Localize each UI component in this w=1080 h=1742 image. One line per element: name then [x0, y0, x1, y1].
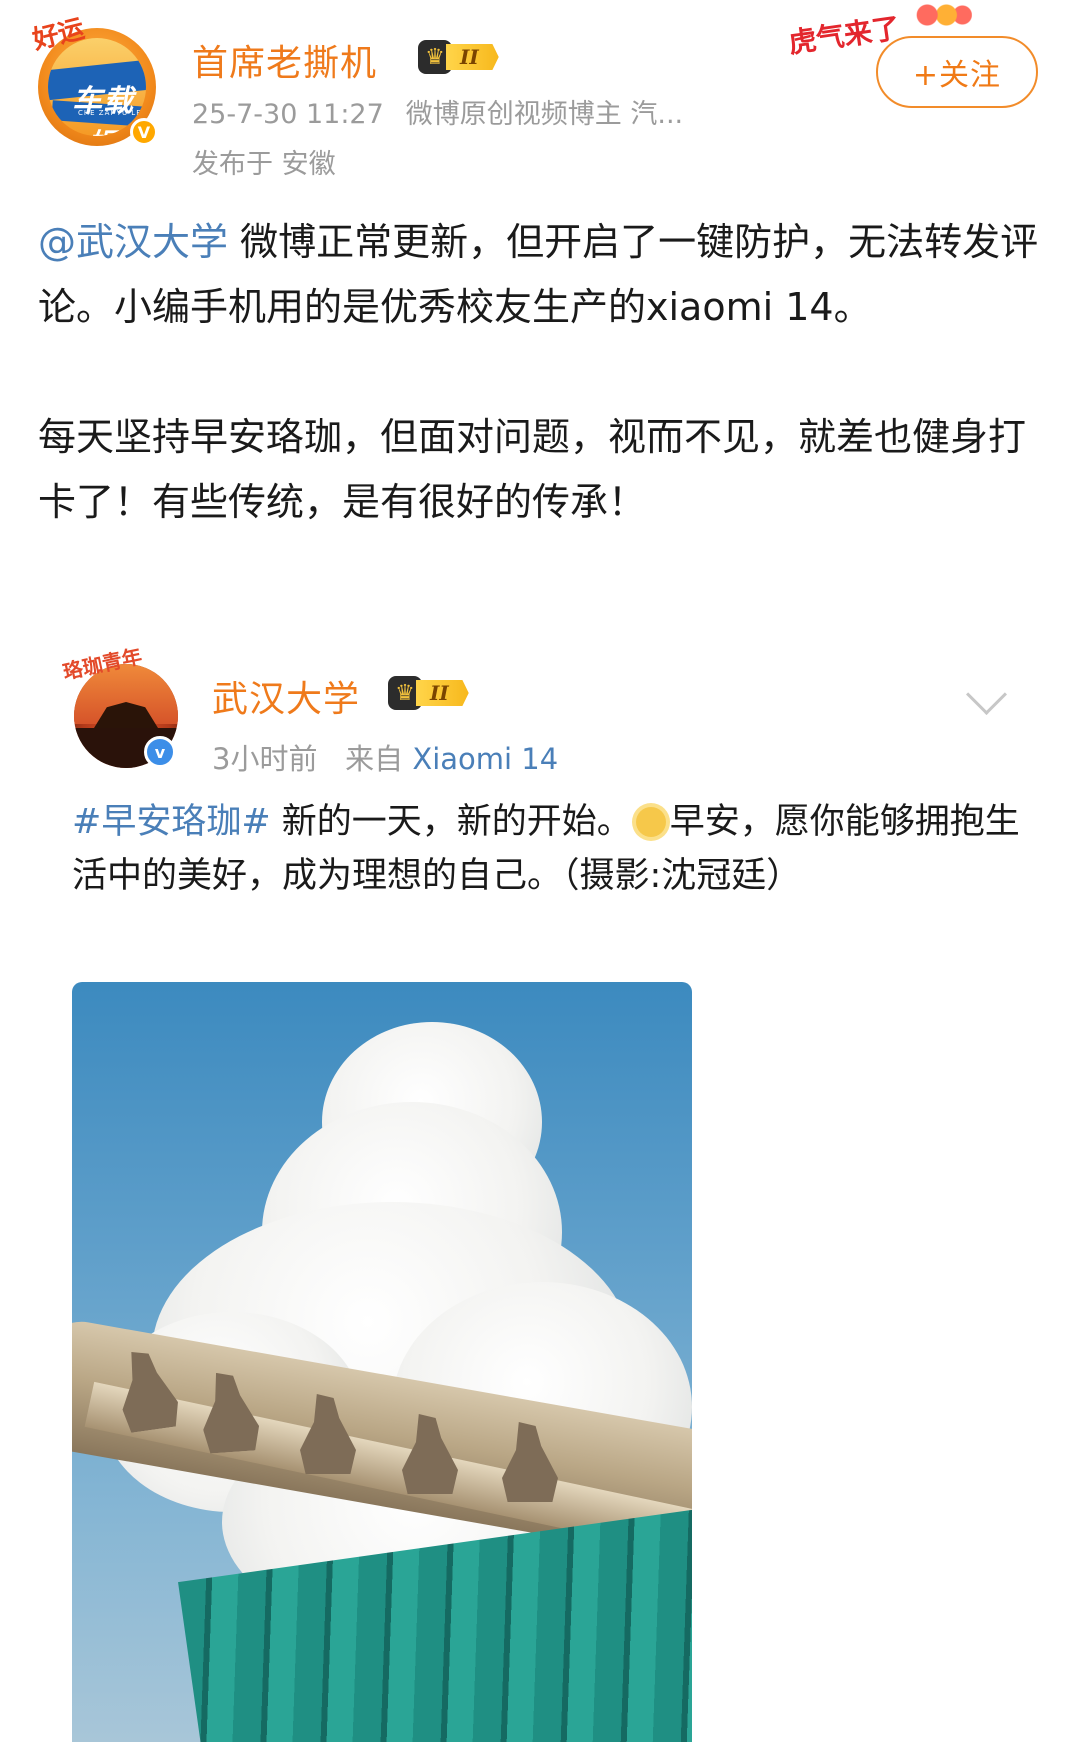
- author-avatar[interactable]: 车载 CHE ZAI YU LE 娱乐 好运 V: [30, 14, 158, 146]
- post-timestamp: 25-7-30 11:27: [192, 99, 384, 130]
- verified-badge-icon: v: [144, 736, 176, 768]
- post-paragraph: 每天坚持早安珞珈，但面对问题，视而不见，就差也健身打卡了！有些传统，是有很好的传…: [38, 415, 1027, 524]
- promo-coins-icon: [908, 2, 972, 28]
- verified-badge-icon: V: [130, 118, 158, 146]
- repost-time: 3小时前: [212, 742, 318, 776]
- level-label: II: [416, 680, 469, 706]
- hashtag-link[interactable]: #早安珞珈#: [72, 802, 271, 842]
- repost-text: #早安珞珈# 新的一天，新的开始。 早安，愿你能够拥抱生活中的美好，成为理想的自己…: [72, 795, 1022, 903]
- post-meta: 25-7-30 11:27 微博原创视频博主 汽...: [192, 92, 705, 131]
- source-prefix: 来自: [345, 742, 404, 776]
- repost-meta: 3小时前 来自 Xiaomi 14: [212, 736, 558, 778]
- avatar-image: 车载 CHE ZAI YU LE 娱乐: [48, 38, 146, 136]
- avatar-text-small: CHE ZAI YU LE: [78, 109, 142, 117]
- post-paragraph: @武汉大学 微博正常更新，但开启了一键防护，无法转发评论。小编手机用的是优秀校友…: [38, 210, 1048, 340]
- mention-link[interactable]: @武汉大学: [38, 220, 228, 264]
- post-photo[interactable]: [72, 982, 692, 1742]
- post-location: 发布于 安徽: [192, 149, 336, 180]
- repost-text-part: 新的一天，新的开始。: [270, 802, 632, 842]
- sun-emoji-icon: [635, 807, 666, 837]
- post-text: @武汉大学 微博正常更新，但开启了一键防护，无法转发评论。小编手机用的是优秀校友…: [38, 210, 1048, 535]
- chevron-down-icon[interactable]: [965, 673, 1008, 716]
- follow-button[interactable]: +关注: [876, 36, 1038, 108]
- repost-author-name[interactable]: 武汉大学: [212, 670, 360, 722]
- author-descriptor: 微博原创视频博主 汽...: [405, 99, 684, 130]
- source-device-link[interactable]: Xiaomi 14: [412, 742, 558, 776]
- author-name[interactable]: 首席老撕机: [192, 34, 377, 86]
- member-level-badge[interactable]: ♛ II: [418, 40, 499, 74]
- level-label: II: [446, 44, 499, 70]
- member-level-badge[interactable]: ♛ II: [388, 676, 469, 710]
